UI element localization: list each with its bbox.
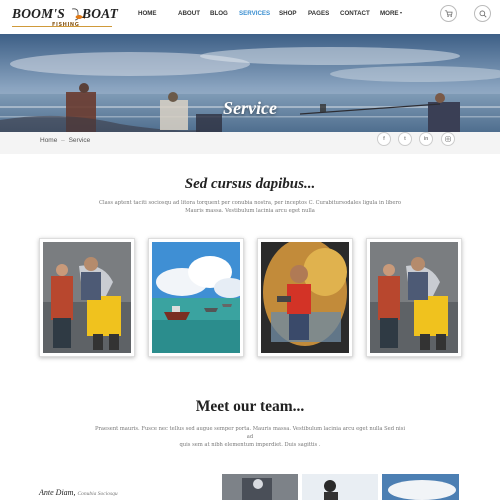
breadcrumb: Home – Service [40, 137, 90, 144]
linkedin-icon[interactable]: in [419, 132, 433, 146]
site-logo[interactable]: BOOM'S BOAT FISHING [12, 6, 119, 30]
section-text-line1: Class aptent taciti sociosqu ad litora t… [98, 200, 402, 206]
member-name: Ante Diam, [39, 488, 76, 497]
nav-shop[interactable]: SHOP [279, 10, 308, 22]
gallery-photo-1[interactable] [39, 238, 135, 357]
nav-more[interactable]: MORE [380, 10, 402, 22]
breadcrumb-current: Service [68, 137, 91, 144]
cart-button[interactable] [440, 5, 457, 22]
page-banner: Service [0, 34, 500, 132]
logo-text-left: BOOM'S [12, 6, 65, 21]
team-photo-3[interactable] [382, 474, 459, 500]
team-member-name: Ante Diam, Conubia Sociosqu [39, 488, 118, 497]
boy-fishing-photo [261, 242, 349, 353]
section-text-line2: Mauris massa. Vestibulum lacinia arcu eg… [185, 208, 315, 214]
fisherman-photo [370, 242, 458, 353]
instagram-icon[interactable] [441, 132, 455, 146]
nav-services[interactable]: SERVICES [239, 10, 279, 22]
search-button[interactable] [474, 5, 491, 22]
nav-contact[interactable]: CONTACT [340, 10, 380, 22]
facebook-icon[interactable]: f [377, 132, 391, 146]
twitter-icon[interactable]: t [398, 132, 412, 146]
section-title: Sed cursus dapibus... [184, 176, 316, 192]
team-text-line1: Praesent mauris. Fusce nec tellus sed au… [94, 426, 406, 440]
nav-pages[interactable]: PAGES [308, 10, 340, 22]
member-role: Conubia Sociosqu [77, 491, 118, 497]
logo-text-right: BOAT [82, 6, 119, 21]
gallery-photo-3[interactable] [257, 238, 353, 357]
boats-photo [152, 242, 240, 353]
nav-more-label: MORE [380, 10, 399, 17]
main-nav: HOME ABOUT BLOG SERVICES SHOP PAGES CONT… [138, 10, 402, 22]
logo-subtitle: FISHING [52, 22, 80, 28]
team-text: Praesent mauris. Fusce nec tellus sed au… [92, 425, 408, 449]
nav-home[interactable]: HOME [138, 10, 178, 22]
fisherman-photo [43, 242, 131, 353]
breadcrumb-home[interactable]: Home [40, 137, 57, 144]
team-photo-2[interactable] [302, 474, 378, 500]
team-title: Meet our team... [195, 398, 305, 415]
shopping-cart-icon [444, 10, 453, 17]
breadcrumb-bar: Home – Service f t in [0, 132, 500, 154]
section-text: Class aptent taciti sociosqu ad litora t… [92, 199, 408, 215]
gallery-photo-4[interactable] [366, 238, 462, 357]
banner-title: Service [223, 98, 277, 118]
search-icon [479, 10, 486, 17]
nav-about[interactable]: ABOUT [178, 10, 210, 22]
site-header: BOOM'S BOAT FISHING HOME ABOUT BLOG SERV… [0, 0, 500, 34]
team-photo-1[interactable] [222, 474, 298, 500]
gallery-photo-2[interactable] [148, 238, 244, 357]
nav-blog[interactable]: BLOG [210, 10, 239, 22]
breadcrumb-separator: – [61, 137, 65, 144]
team-text-line2: quis sem at nibh elementum imperdiet. Du… [179, 442, 321, 448]
chevron-down-icon [399, 12, 402, 15]
